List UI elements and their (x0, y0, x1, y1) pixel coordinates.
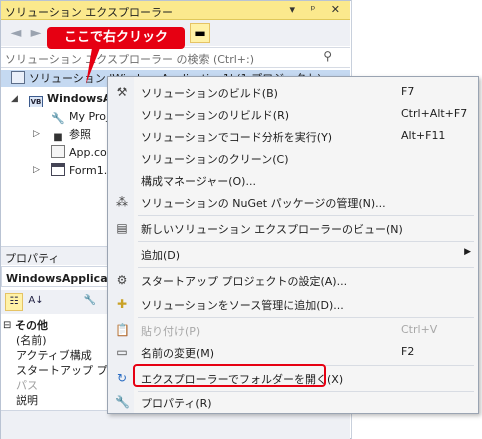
tree-node-form1[interactable]: Form1.vb (51, 162, 109, 179)
menu-item-label: 新しいソリューション エクスプローラーのビュー(N) (141, 223, 403, 236)
menu-item-label: ソリューションのクリーン(C) (141, 153, 289, 166)
menu-item-shortcut: F7 (401, 85, 415, 98)
menu-item-label: 構成マネージャー(O)... (141, 175, 256, 188)
menu-item-label: 追加(D) (141, 249, 181, 262)
menu-item-label: ソリューションをソース管理に追加(D)... (141, 299, 344, 312)
menu-item-label: ソリューションのリビルド(R) (141, 109, 290, 122)
menu-item-label: 貼り付け(P) (141, 325, 201, 338)
menu-item-shortcut: F2 (401, 345, 415, 358)
property-name: パス (16, 379, 38, 392)
menu-item-label: ソリューションでコード分析を実行(Y) (141, 131, 333, 144)
callout-pointer (86, 48, 100, 84)
wrench-icon: 🔧 (115, 395, 130, 409)
collapse-icon[interactable]: ⊟ (3, 318, 11, 333)
property-pages-icon[interactable]: 🔧 (81, 293, 99, 311)
my-project-label: My Project (69, 110, 109, 123)
properties-description (1, 410, 350, 439)
menu-item-label: プロパティ(R) (141, 397, 212, 410)
menu-separator (138, 241, 474, 242)
references-icon: ■ (53, 132, 63, 143)
menu-item-config-manager[interactable]: 構成マネージャー(O)... (109, 169, 477, 191)
menu-item-shortcut: Ctrl+Alt+F7 (401, 107, 468, 120)
menu-item-clean[interactable]: ソリューションのクリーン(C) (109, 147, 477, 169)
menu-separator (138, 317, 474, 318)
expand-caret-icon[interactable]: ▷ (33, 129, 40, 139)
menu-item-add[interactable]: 追加(D) ▶ (109, 243, 477, 265)
menu-item-label: ソリューションの NuGet パッケージの管理(N)... (141, 197, 386, 210)
properties-title: プロパティ (5, 252, 60, 265)
title-bar-buttons[interactable]: ▾ ᵖ ✕ (290, 3, 346, 16)
property-name: (名前) (16, 334, 47, 347)
menu-item-properties[interactable]: 🔧 プロパティ(R) (109, 391, 477, 413)
category-label: その他 (15, 319, 48, 332)
form-icon (51, 163, 65, 176)
callout-label: ここで右クリック (47, 27, 185, 49)
property-name: 説明 (16, 394, 38, 407)
menu-item-code-analysis[interactable]: ソリューションでコード分析を実行(Y) Alt+F11 (109, 125, 477, 147)
nuget-icon: ⁂ (116, 195, 128, 209)
gear-icon: ⚙ (116, 273, 128, 287)
menu-item-shortcut: Alt+F11 (401, 129, 446, 142)
menu-item-rebuild[interactable]: ソリューションのリビルド(R) Ctrl+Alt+F7 (109, 103, 477, 125)
form1-label: Form1.vb (69, 164, 109, 177)
menu-item-set-startup[interactable]: ⚙ スタートアップ プロジェクトの設定(A)... (109, 269, 477, 291)
menu-separator (138, 215, 474, 216)
config-file-icon (51, 145, 65, 158)
menu-item-label: 名前の変更(M) (141, 347, 215, 360)
paste-icon: 📋 (115, 323, 130, 337)
menu-item-label: スタートアップ プロジェクトの設定(A)... (141, 275, 348, 288)
property-name: アクティブ構成 (16, 349, 92, 362)
tree-node-app-config[interactable]: App.config (51, 144, 109, 161)
highlight-box (133, 364, 326, 387)
expand-caret-icon[interactable]: ▷ (33, 165, 40, 175)
menu-item-source-control[interactable]: ✚ ソリューションをソース管理に追加(D)... (109, 293, 477, 315)
menu-item-shortcut: Ctrl+V (401, 323, 438, 336)
menu-item-nuget[interactable]: ⁂ ソリューションの NuGet パッケージの管理(N)... (109, 191, 477, 213)
menu-separator (138, 267, 474, 268)
wrench-icon: 🔧 (51, 112, 65, 125)
menu-item-paste[interactable]: 📋 貼り付け(P) Ctrl+V (109, 319, 477, 341)
new-view-icon: ▤ (116, 221, 128, 235)
rename-icon: ▭ (116, 345, 128, 359)
source-control-icon: ✚ (116, 297, 128, 311)
submenu-arrow-icon: ▶ (464, 247, 471, 257)
alphabetical-icon[interactable]: A↓ (27, 293, 45, 311)
menu-item-rename[interactable]: ▭ 名前の変更(M) F2 (109, 341, 477, 363)
search-icon[interactable]: ⚲ (323, 49, 332, 63)
app-config-label: App.config (69, 146, 109, 159)
refresh-icon: ↻ (116, 371, 128, 385)
tree-node-my-project[interactable]: 🔧 My Project (51, 108, 109, 125)
tree-node-references[interactable]: ■ 参照 (51, 126, 109, 143)
categorized-icon[interactable]: ☷ (5, 293, 23, 311)
references-label: 参照 (69, 128, 91, 141)
menu-item-new-view[interactable]: ▤ 新しいソリューション エクスプローラーのビュー(N) (109, 217, 477, 239)
